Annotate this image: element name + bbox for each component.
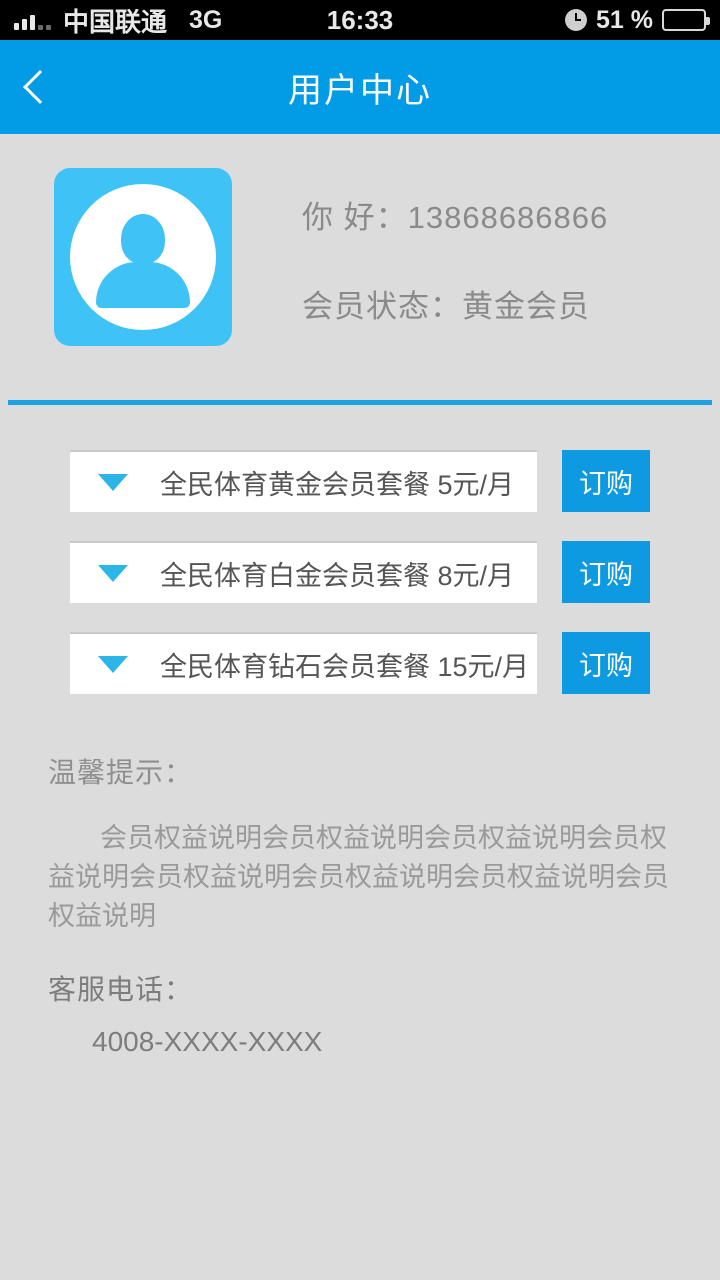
page-title: 用户中心 <box>288 71 432 110</box>
status-bar: 中国联通 3G 16:33 51 % <box>0 0 720 40</box>
tips-body: 会员权益说明会员权益说明会员权益说明会员权益说明会员权益说明会员权益说明会员权益… <box>48 823 669 932</box>
profile-text: 你 好：13868686866 会员状态：黄金会员 <box>302 168 608 326</box>
package-label: 全民体育白金会员套餐 8元/月 <box>160 560 515 591</box>
nav-bar: 用户中心 <box>0 40 720 134</box>
list-item: 全民体育黄金会员套餐 5元/月 订购 <box>0 450 720 512</box>
signal-bars-icon <box>14 10 51 30</box>
package-option-gold[interactable]: 全民体育黄金会员套餐 5元/月 <box>70 450 537 512</box>
carrier-label: 中国联通 <box>63 6 168 37</box>
back-button[interactable] <box>0 40 80 134</box>
battery-icon <box>662 9 710 31</box>
package-list: 全民体育黄金会员套餐 5元/月 订购 全民体育白金会员套餐 8元/月 订购 全民… <box>0 450 720 694</box>
package-label: 全民体育钻石会员套餐 15元/月 <box>160 651 530 682</box>
package-option-platinum[interactable]: 全民体育白金会员套餐 8元/月 <box>70 541 537 603</box>
order-button-diamond[interactable]: 订购 <box>562 632 650 694</box>
service-phone-title: 客服电话： <box>48 974 194 1006</box>
triangle-down-icon <box>98 564 128 582</box>
status-bar-right: 51 % <box>565 5 710 35</box>
notes-section: 温馨提示： 会员权益说明会员权益说明会员权益说明会员权益说明会员权益说明会员权益… <box>0 751 720 1058</box>
battery-percent-label: 51 % <box>596 5 653 34</box>
section-divider <box>8 400 712 405</box>
package-option-diamond[interactable]: 全民体育钻石会员套餐 15元/月 <box>70 632 537 694</box>
greeting-label: 你 好：13868686866 <box>302 200 609 235</box>
order-button-platinum[interactable]: 订购 <box>562 541 650 603</box>
network-type-label: 3G <box>189 5 223 34</box>
triangle-down-icon <box>98 655 128 673</box>
status-bar-left: 中国联通 3G <box>14 2 222 39</box>
app-screen: 中国联通 3G 16:33 51 % 用户中心 你 好：13868686866 <box>0 0 720 1280</box>
person-avatar-icon <box>70 184 216 330</box>
list-item: 全民体育白金会员套餐 8元/月 订购 <box>0 541 720 603</box>
service-phone-number[interactable]: 4008-XXXX-XXXX <box>48 1026 672 1058</box>
profile-section: 你 好：13868686866 会员状态：黄金会员 <box>0 134 720 346</box>
tips-title: 温馨提示： <box>48 757 194 788</box>
package-label: 全民体育黄金会员套餐 5元/月 <box>160 469 515 500</box>
chevron-left-icon <box>23 70 57 104</box>
clock-icon <box>565 9 588 31</box>
avatar[interactable] <box>54 168 232 346</box>
order-button-gold[interactable]: 订购 <box>562 450 650 512</box>
triangle-down-icon <box>98 473 128 491</box>
member-status-label: 会员状态：黄金会员 <box>302 289 590 324</box>
list-item: 全民体育钻石会员套餐 15元/月 订购 <box>0 632 720 694</box>
